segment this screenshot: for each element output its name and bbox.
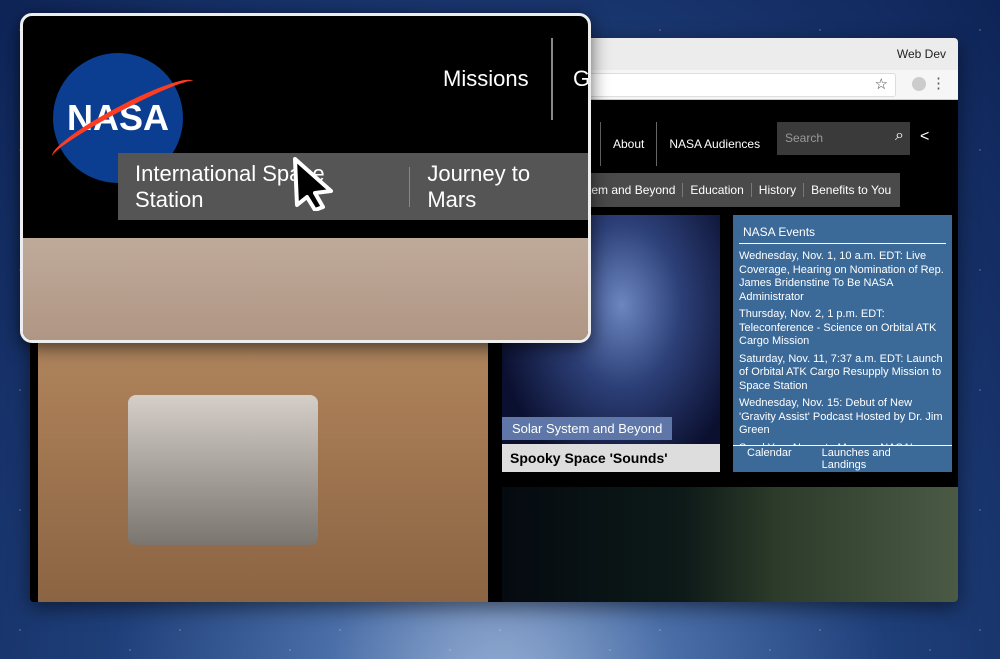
nav-item-missions-zoomed[interactable]: Missions xyxy=(443,66,529,92)
nav-item-about[interactable]: About xyxy=(600,122,656,166)
profile-label[interactable]: Web Dev xyxy=(897,47,946,61)
nav-item-cut[interactable]: G xyxy=(573,66,588,92)
subnav-history[interactable]: History xyxy=(750,183,803,197)
menu-dots-icon[interactable]: ⋮ xyxy=(931,74,946,92)
sub-nav: stem and Beyond Education History Benefi… xyxy=(575,173,900,207)
event-item[interactable]: Wednesday, Nov. 15: Debut of New 'Gravit… xyxy=(739,397,946,438)
feature-title[interactable]: Spooky Space 'Sounds' xyxy=(502,444,720,472)
subnav-iss[interactable]: International Space Station xyxy=(118,161,409,213)
nav-divider xyxy=(551,38,553,120)
events-heading: NASA Events xyxy=(739,221,946,244)
magnifier-overlay: NASA Missions G International Space Stat… xyxy=(20,13,591,343)
subnav-solar-system[interactable]: stem and Beyond xyxy=(575,183,682,197)
mars-image-zoomed xyxy=(23,238,588,340)
feature-category[interactable]: Solar System and Beyond xyxy=(502,417,673,440)
share-icon[interactable]: < xyxy=(920,128,929,146)
event-item[interactable]: Saturday, Nov. 11, 7:37 a.m. EDT: Launch… xyxy=(739,353,946,394)
calendar-link[interactable]: Calendar xyxy=(747,447,792,471)
main-nav: s About NASA Audiences xyxy=(570,122,772,166)
event-item[interactable]: Wednesday, Nov. 1, 10 a.m. EDT: Live Cov… xyxy=(739,250,946,304)
search-input[interactable]: Search ⌕ xyxy=(777,122,910,155)
nav-item-audiences[interactable]: NASA Audiences xyxy=(656,122,772,166)
search-icon[interactable]: ⌕ xyxy=(895,127,904,145)
weather-map-image[interactable] xyxy=(502,487,958,602)
rover xyxy=(128,395,318,545)
cursor-arrow-icon xyxy=(293,157,333,211)
launches-link[interactable]: Launches and Landings xyxy=(822,447,938,471)
event-item[interactable]: Thursday, Nov. 2, 1 p.m. EDT: Teleconfer… xyxy=(739,308,946,349)
sub-nav-zoomed: International Space Station Journey to M… xyxy=(118,153,588,220)
subnav-journey-to-mars[interactable]: Journey to Mars xyxy=(410,161,588,213)
events-panel: NASA Events Wednesday, Nov. 1, 10 a.m. E… xyxy=(733,215,952,472)
bookmark-star-icon[interactable]: ☆ xyxy=(875,75,888,93)
search-placeholder: Search xyxy=(785,131,824,145)
subnav-education[interactable]: Education xyxy=(682,183,750,197)
subnav-benefits[interactable]: Benefits to You xyxy=(803,183,898,197)
events-links: Calendar Launches and Landings xyxy=(733,445,952,472)
extension-icon[interactable] xyxy=(912,77,926,91)
